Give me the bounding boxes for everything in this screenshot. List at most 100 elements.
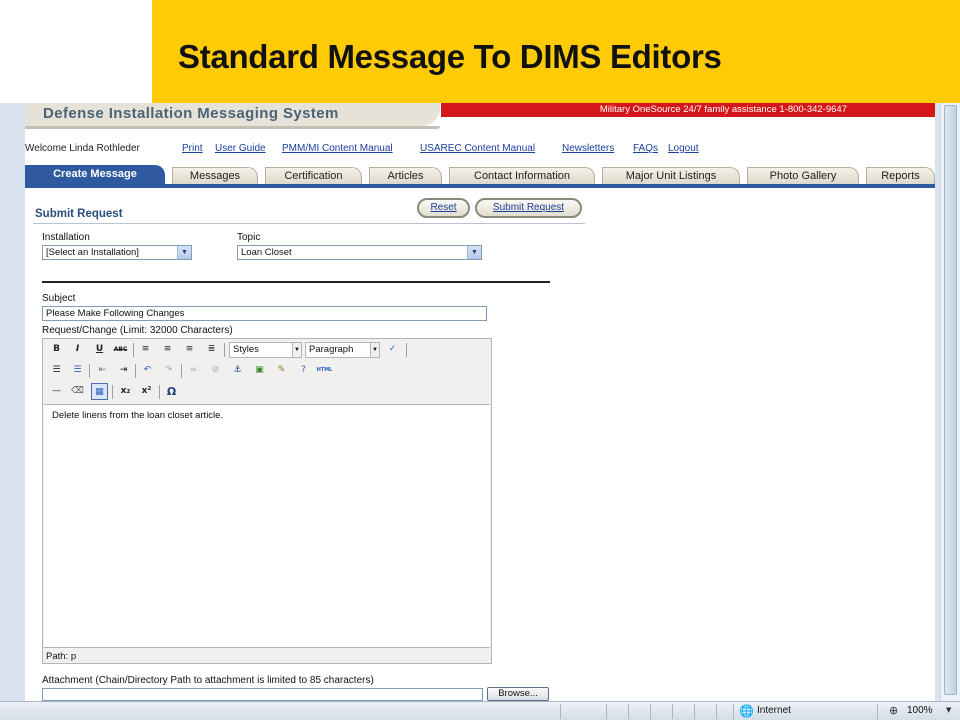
onesource-banner: Military OneSource 24/7 family assistanc… bbox=[441, 103, 935, 117]
eraser-icon[interactable]: ⌫ bbox=[69, 383, 86, 400]
faqs-link[interactable]: FAQs bbox=[633, 143, 658, 154]
topic-select-value: Loan Closet bbox=[241, 247, 292, 258]
anchor-icon[interactable]: ⚓ bbox=[229, 362, 246, 379]
superscript-icon[interactable]: x² bbox=[138, 383, 155, 400]
help-icon[interactable]: ? bbox=[295, 362, 312, 379]
special-character-icon[interactable]: Ω bbox=[163, 383, 180, 400]
status-divider bbox=[650, 704, 651, 719]
pmm-content-manual-link[interactable]: PMM/MI Content Manual bbox=[282, 143, 393, 154]
toolbar-separator bbox=[89, 364, 90, 378]
align-center-icon[interactable]: ≡ bbox=[159, 341, 176, 358]
tab-messages[interactable]: Messages bbox=[172, 167, 258, 185]
newsletters-link[interactable]: Newsletters bbox=[562, 143, 614, 154]
scrollbar-thumb[interactable] bbox=[944, 105, 957, 695]
submit-request-button[interactable]: Submit Request bbox=[475, 198, 582, 218]
rich-text-editor: B I U ABC ≡ ≡ ≡ ≣ Styles ▼ Paragraph ▼ ✓… bbox=[42, 338, 492, 664]
chevron-down-icon: ▼ bbox=[370, 343, 379, 357]
chevron-down-icon: ▼ bbox=[467, 246, 481, 259]
status-divider bbox=[628, 704, 629, 719]
align-justify-icon[interactable]: ≣ bbox=[203, 341, 220, 358]
cleanup-icon[interactable]: ✎ bbox=[273, 362, 290, 379]
site-header: Defense Installation Messaging System bbox=[25, 103, 440, 126]
browser-screenshot: Defense Installation Messaging System Mi… bbox=[0, 103, 960, 720]
align-right-icon[interactable]: ≡ bbox=[181, 341, 198, 358]
welcome-text: Welcome Linda Rothleder bbox=[25, 143, 140, 154]
tab-contact-information[interactable]: Contact Information bbox=[449, 167, 595, 185]
unlink-icon[interactable]: ⊘ bbox=[207, 362, 224, 379]
toolbar-separator bbox=[133, 343, 134, 357]
installation-label: Installation bbox=[42, 232, 90, 243]
zoom-magnifier-icon: ⊕ bbox=[889, 704, 899, 717]
installation-select-value: [Select an Installation] bbox=[46, 247, 139, 258]
tab-create-message[interactable]: Create Message bbox=[25, 165, 165, 185]
subject-label: Subject bbox=[42, 293, 76, 304]
editor-content-area[interactable]: Delete linens from the loan closet artic… bbox=[44, 404, 490, 648]
horizontal-rule-icon[interactable]: — bbox=[48, 383, 65, 400]
strikethrough-icon[interactable]: ABC bbox=[112, 341, 129, 358]
usarec-content-manual-link[interactable]: USAREC Content Manual bbox=[420, 143, 535, 154]
align-left-icon[interactable]: ≡ bbox=[137, 341, 154, 358]
attachment-label: Attachment (Chain/Directory Path to atta… bbox=[42, 675, 374, 686]
slide-title: Standard Message To DIMS Editors bbox=[178, 38, 722, 75]
indent-icon[interactable]: ⇥ bbox=[115, 362, 132, 379]
section-divider bbox=[42, 281, 550, 283]
tab-underline bbox=[25, 184, 935, 188]
status-divider bbox=[733, 704, 734, 719]
undo-icon[interactable]: ↶ bbox=[139, 362, 156, 379]
redo-icon[interactable]: ↷ bbox=[160, 362, 177, 379]
status-divider bbox=[560, 704, 561, 719]
slide: Standard Message To DIMS Editors Defense… bbox=[0, 0, 960, 720]
image-icon[interactable]: ▣ bbox=[251, 362, 268, 379]
header-shadow bbox=[25, 126, 440, 129]
bold-icon[interactable]: B bbox=[48, 341, 65, 358]
chevron-down-icon: ▼ bbox=[292, 343, 301, 357]
format-select[interactable]: Paragraph ▼ bbox=[305, 342, 380, 358]
table-icon[interactable]: ▦ bbox=[91, 383, 108, 400]
topic-select[interactable]: Loan Closet ▼ bbox=[237, 245, 482, 260]
logout-link[interactable]: Logout bbox=[668, 143, 699, 154]
vertical-scrollbar[interactable] bbox=[940, 103, 960, 701]
toolbar-separator bbox=[224, 343, 225, 357]
reset-button[interactable]: Reset bbox=[417, 198, 470, 218]
spellcheck-icon[interactable]: ✓ bbox=[384, 341, 401, 358]
tab-major-unit-listings[interactable]: Major Unit Listings bbox=[602, 167, 740, 185]
onesource-text: Military OneSource 24/7 family assistanc… bbox=[599, 104, 847, 115]
globe-icon: 🌐 bbox=[739, 704, 754, 718]
web-page: Defense Installation Messaging System Mi… bbox=[25, 103, 935, 701]
underline-icon[interactable]: U bbox=[91, 341, 108, 358]
html-source-icon[interactable]: HTML bbox=[316, 362, 333, 379]
tab-articles[interactable]: Articles bbox=[369, 167, 442, 185]
browse-button[interactable]: Browse... bbox=[487, 687, 549, 701]
chevron-down-icon: ▼ bbox=[177, 246, 191, 259]
numbered-list-icon[interactable]: ☰ bbox=[69, 362, 86, 379]
status-divider bbox=[694, 704, 695, 719]
editor-toolbar-row-3: — ⌫ ▦ x₂ x² Ω bbox=[46, 382, 486, 402]
styles-select[interactable]: Styles ▼ bbox=[229, 342, 302, 358]
editor-toolbar-row-1: B I U ABC ≡ ≡ ≡ ≣ Styles ▼ Paragraph ▼ ✓ bbox=[46, 340, 486, 360]
italic-icon[interactable]: I bbox=[69, 341, 86, 358]
title-banner: Standard Message To DIMS Editors bbox=[152, 0, 960, 103]
chevron-down-icon[interactable]: ▼ bbox=[946, 706, 951, 714]
subject-input[interactable]: Please Make Following Changes bbox=[42, 306, 487, 321]
link-icon[interactable]: ∞ bbox=[185, 362, 202, 379]
status-divider bbox=[672, 704, 673, 719]
security-zone-text: Internet bbox=[757, 705, 791, 716]
zoom-level[interactable]: 100% bbox=[907, 705, 933, 716]
outdent-icon[interactable]: ⇤ bbox=[94, 362, 111, 379]
editor-content-text: Delete linens from the loan closet artic… bbox=[52, 410, 224, 421]
status-divider bbox=[716, 704, 717, 719]
styles-select-value: Styles bbox=[233, 344, 259, 355]
tab-reports[interactable]: Reports bbox=[866, 167, 935, 185]
toolbar-separator bbox=[181, 364, 182, 378]
request-change-label: Request/Change (Limit: 32000 Characters) bbox=[42, 325, 233, 336]
subscript-icon[interactable]: x₂ bbox=[117, 383, 134, 400]
format-select-value: Paragraph bbox=[309, 344, 354, 355]
user-guide-link[interactable]: User Guide bbox=[215, 143, 266, 154]
bullet-list-icon[interactable]: ☰ bbox=[48, 362, 65, 379]
editor-path: Path: p bbox=[46, 651, 77, 662]
installation-select[interactable]: [Select an Installation] ▼ bbox=[42, 245, 192, 260]
tab-photo-gallery[interactable]: Photo Gallery bbox=[747, 167, 859, 185]
print-link[interactable]: Print bbox=[182, 143, 203, 154]
attachment-input[interactable] bbox=[42, 688, 483, 701]
tab-certification[interactable]: Certification bbox=[265, 167, 362, 185]
